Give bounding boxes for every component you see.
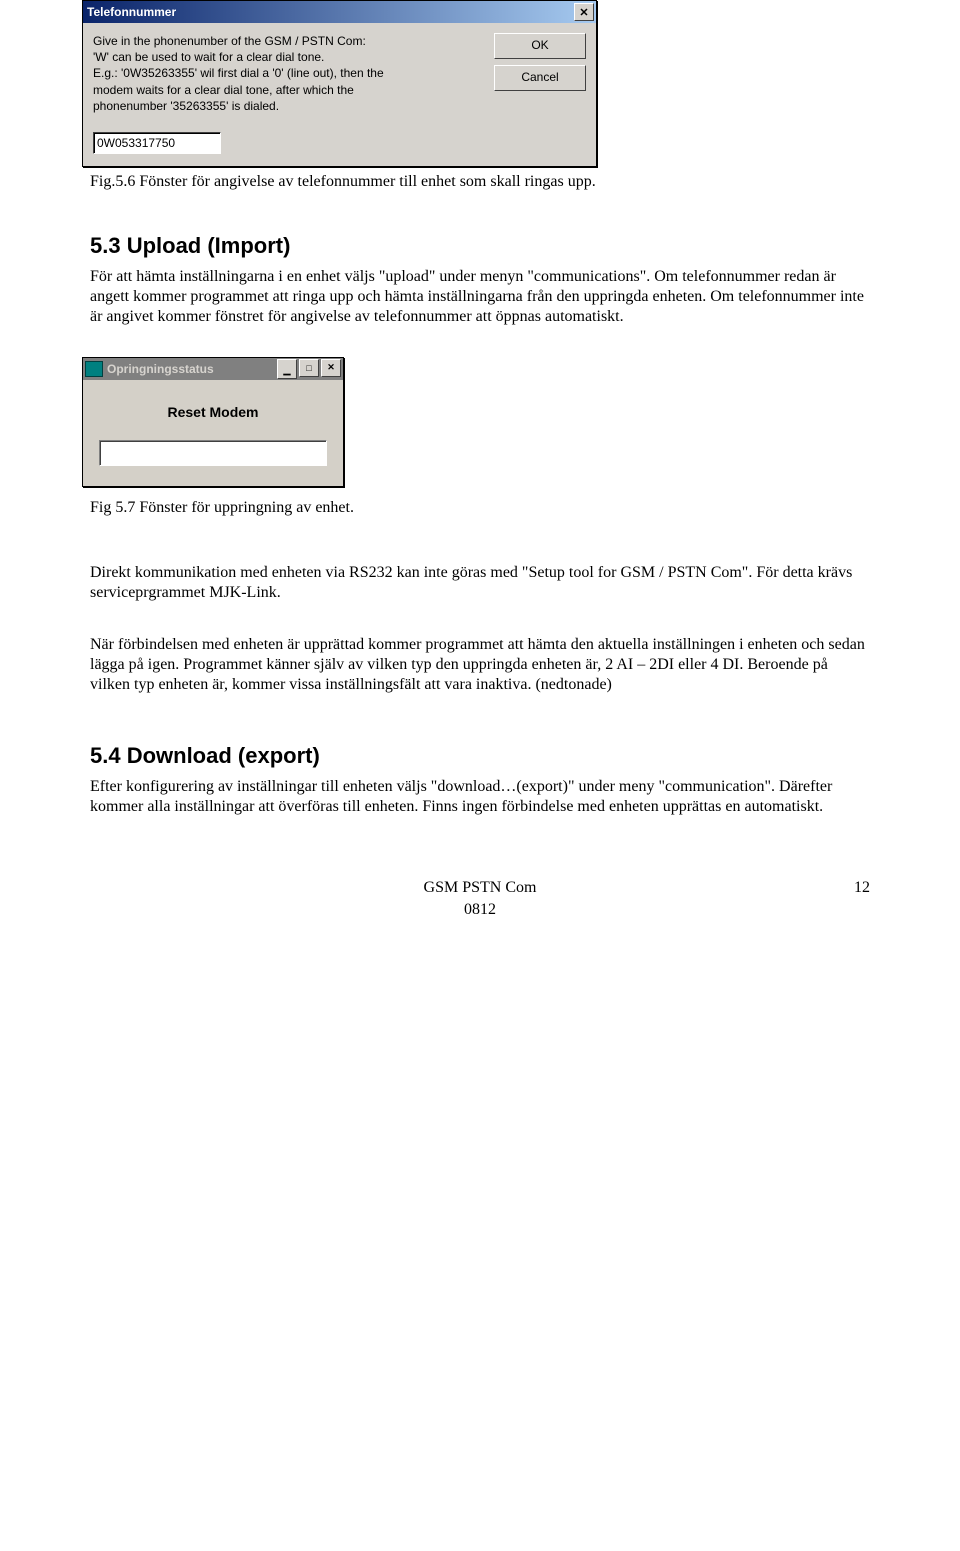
dialog-left-pane: Give in the phonenumber of the GSM / PST… <box>93 33 464 154</box>
status-label: Reset Modem <box>99 404 327 420</box>
instruct-line: Give in the phonenumber of the GSM / PST… <box>93 33 464 49</box>
app-icon <box>85 361 103 377</box>
dialog2-body: Reset Modem <box>83 380 343 486</box>
minimize-icon[interactable]: ▁ <box>277 359 297 379</box>
titlebar-left: Opringningsstatus <box>85 361 214 377</box>
phonenumber-value: 0W053317750 <box>97 136 175 150</box>
instruct-line: E.g.: '0W35263355' wil first dial a '0' … <box>93 65 464 81</box>
dialog2-title: Opringningsstatus <box>107 362 214 376</box>
dialog2-titlebar: Opringningsstatus ▁ □ ✕ <box>83 358 343 380</box>
window-controls: ▁ □ ✕ <box>277 359 341 379</box>
direkt-paragraph: Direkt kommunikation med enheten via RS2… <box>90 563 870 603</box>
footer-doc-title: GSM PSTN Com <box>424 879 537 896</box>
page-footer: GSM PSTN Com 12 0812 <box>90 877 870 920</box>
instruct-line: 'W' can be used to wait for a clear dial… <box>93 49 464 65</box>
figure-caption: Fig 5.7 Fönster för uppringning av enhet… <box>90 499 870 517</box>
dialog-instructions: Give in the phonenumber of the GSM / PST… <box>93 33 464 114</box>
instruct-line: modem waits for a clear dial tone, after… <box>93 82 464 98</box>
telefonnummer-dialog: Telefonnummer ✕ Give in the phonenumber … <box>82 0 597 167</box>
forbindelse-paragraph: När förbindelsen med enheten är upprätta… <box>90 635 870 695</box>
upload-paragraph: För att hämta inställningarna i en enhet… <box>90 267 870 327</box>
instruct-line: phonenumber '35263355' is dialed. <box>93 98 464 114</box>
page-number: 12 <box>854 877 870 899</box>
footer-doc-code: 0812 <box>464 901 496 918</box>
maximize-icon[interactable]: □ <box>299 359 319 377</box>
figure-caption: Fig.5.6 Fönster för angivelse av telefon… <box>90 173 870 191</box>
dialog-titlebar: Telefonnummer ✕ <box>83 1 596 23</box>
download-paragraph: Efter konfigurering av inställningar til… <box>90 777 870 817</box>
opringningsstatus-dialog: Opringningsstatus ▁ □ ✕ Reset Modem <box>82 357 344 487</box>
cancel-button[interactable]: Cancel <box>494 65 586 91</box>
close-icon[interactable]: ✕ <box>574 3 594 21</box>
close-icon[interactable]: ✕ <box>321 359 341 377</box>
download-heading: 5.4 Download (export) <box>90 743 870 769</box>
phonenumber-input[interactable]: 0W053317750 <box>93 132 221 154</box>
dialog-body: Give in the phonenumber of the GSM / PST… <box>83 23 596 166</box>
dialog-button-column: OK Cancel <box>494 33 586 154</box>
upload-heading: 5.3 Upload (Import) <box>90 233 870 259</box>
dialog-title: Telefonnummer <box>87 5 176 19</box>
progress-bar <box>99 440 327 466</box>
ok-button[interactable]: OK <box>494 33 586 59</box>
